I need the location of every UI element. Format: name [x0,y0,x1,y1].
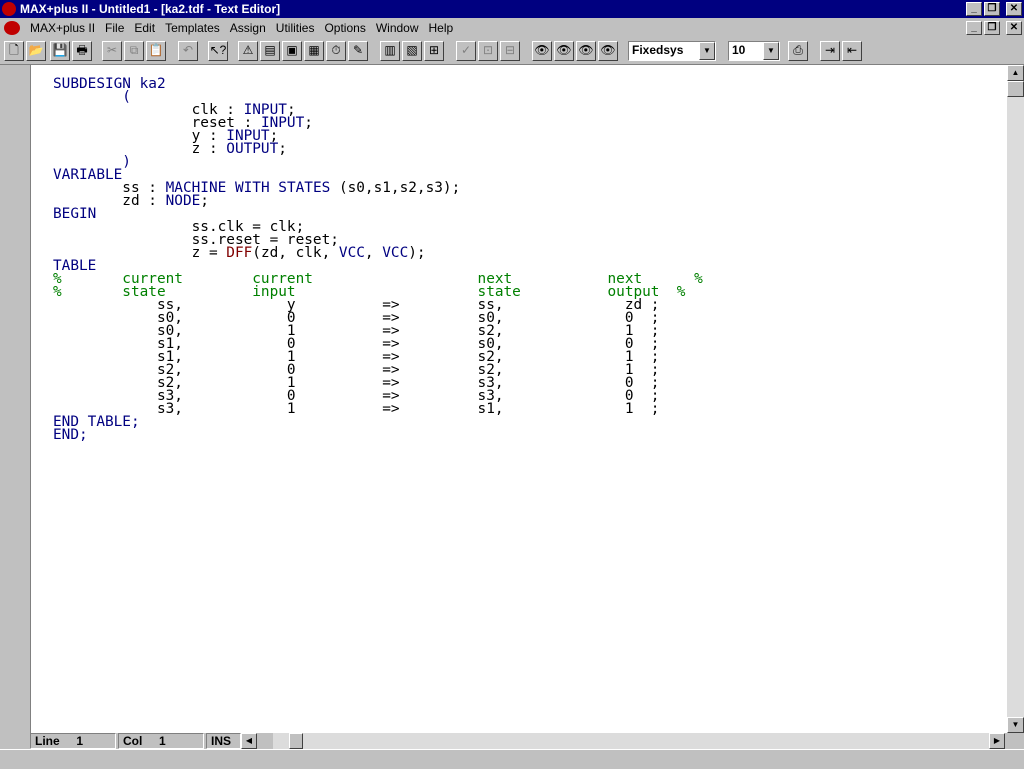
doc-minimize-button[interactable]: _ [966,21,982,35]
code-line: END; [53,427,88,443]
vertical-scroll-thumb[interactable] [1007,81,1024,97]
text-editor[interactable]: SUBDESIGN ka2 ( clk : INPUT; reset : INP… [30,65,1024,749]
window-controls: _ ❐ ✕ [966,2,1022,16]
programmer-icon[interactable]: ✎ [348,41,368,61]
open-file-icon[interactable]: 📂 [26,41,46,61]
line-indicator: Line 1 [30,733,116,749]
chevron-down-icon[interactable]: ▼ [699,42,715,60]
paste-icon[interactable]: 📋 [146,41,166,61]
code-line: s3, 1 => s1, 1 ; [53,401,660,417]
restore-button[interactable]: ❐ [984,2,1000,16]
menu-items: MAX+plus II File Edit Templates Assign U… [25,21,458,35]
doc-restore-button[interactable]: ❐ [984,21,1000,35]
application-status-bar [0,749,1024,769]
simulator-icon[interactable]: ▦ [304,41,324,61]
top-level-icon[interactable]: ▧ [402,41,422,61]
col-indicator: Col 1 [118,733,204,749]
horizontal-scroll-thumb[interactable] [289,733,303,749]
menu-bar: MAX+plus II File Edit Templates Assign U… [0,18,1024,38]
window-title: MAX+plus II - Untitled1 - [ka2.tdf - Tex… [20,2,281,16]
menu-utilities[interactable]: Utilities [271,21,320,35]
find-next-icon[interactable]: 👁 [576,41,596,61]
font-select-value: Fixedsys [632,43,684,57]
close-button[interactable]: ✕ [1006,2,1022,16]
title-bar: MAX+plus II - Untitled1 - [ka2.tdf - Tex… [0,0,1024,18]
menu-edit[interactable]: Edit [129,21,160,35]
menu-file[interactable]: File [100,21,129,35]
scroll-up-button[interactable]: ▲ [1007,65,1024,81]
doc-close-button[interactable]: ✕ [1006,21,1022,35]
size-select[interactable]: 10 ▼ [728,41,780,61]
floorplan-icon[interactable]: ▤ [260,41,280,61]
indent-icon[interactable]: ⇥ [820,41,840,61]
document-window-controls: _ ❐ ✕ [966,21,1022,35]
font-select[interactable]: Fixedsys ▼ [628,41,716,61]
copy-icon[interactable]: ⧉ [124,41,144,61]
save-compile-icon[interactable]: ⊟ [500,41,520,61]
save-icon[interactable]: 💾 [50,41,70,61]
scroll-right-button[interactable]: ▶ [989,733,1005,749]
new-file-icon[interactable]: 🗋 [4,41,24,61]
print-icon[interactable]: 🖶 [72,41,92,61]
status-bar: Line 1 Col 1 INS ◀ ▶ [30,733,1024,749]
outdent-icon[interactable]: ⇤ [842,41,862,61]
document-icon[interactable] [4,21,20,35]
replace-icon[interactable]: 👁 [554,41,574,61]
timing-analyzer-icon[interactable]: ⏱ [326,41,346,61]
menu-maxplus[interactable]: MAX+plus II [25,21,100,35]
size-select-value: 10 [732,43,746,57]
menu-options[interactable]: Options [319,21,370,35]
app-icon[interactable] [2,2,16,16]
scroll-down-button[interactable]: ▼ [1007,717,1024,733]
hierarchy-display-icon[interactable]: ⊞ [424,41,444,61]
vertical-scrollbar[interactable]: ▲ ▼ [1007,65,1024,733]
check-icon[interactable]: ✓ [456,41,476,61]
save-check-icon[interactable]: ⊡ [478,41,498,61]
context-help-icon[interactable]: ↖? [208,41,228,61]
minimize-button[interactable]: _ [966,2,982,16]
print-selection-icon[interactable]: ⎙ [788,41,808,61]
marker-icon[interactable]: 👁 [598,41,618,61]
scroll-left-button[interactable]: ◀ [241,733,257,749]
find-icon[interactable]: 👁 [532,41,552,61]
toolbar: 🗋 📂 💾 🖶 ✂ ⧉ 📋 ↶ ↖? ⚠ ▤ ▣ ▦ ⏱ ✎ ▥ ▧ ⊞ ✓ ⊡… [0,38,1024,65]
menu-help[interactable]: Help [424,21,459,35]
project-icon[interactable]: ▥ [380,41,400,61]
code-text[interactable]: SUBDESIGN ka2 ( clk : INPUT; reset : INP… [53,77,703,443]
compiler-icon[interactable]: ▣ [282,41,302,61]
chevron-down-icon[interactable]: ▼ [763,42,779,60]
menu-templates[interactable]: Templates [160,21,225,35]
menu-assign[interactable]: Assign [225,21,271,35]
horizontal-scrollbar[interactable] [273,733,1003,749]
hierarchy-icon[interactable]: ⚠ [238,41,258,61]
insert-mode-indicator: INS [206,733,241,749]
undo-icon[interactable]: ↶ [178,41,198,61]
menu-window[interactable]: Window [371,21,424,35]
cut-icon[interactable]: ✂ [102,41,122,61]
code-line: z = DFF(zd, clk, VCC, VCC); [53,245,426,261]
